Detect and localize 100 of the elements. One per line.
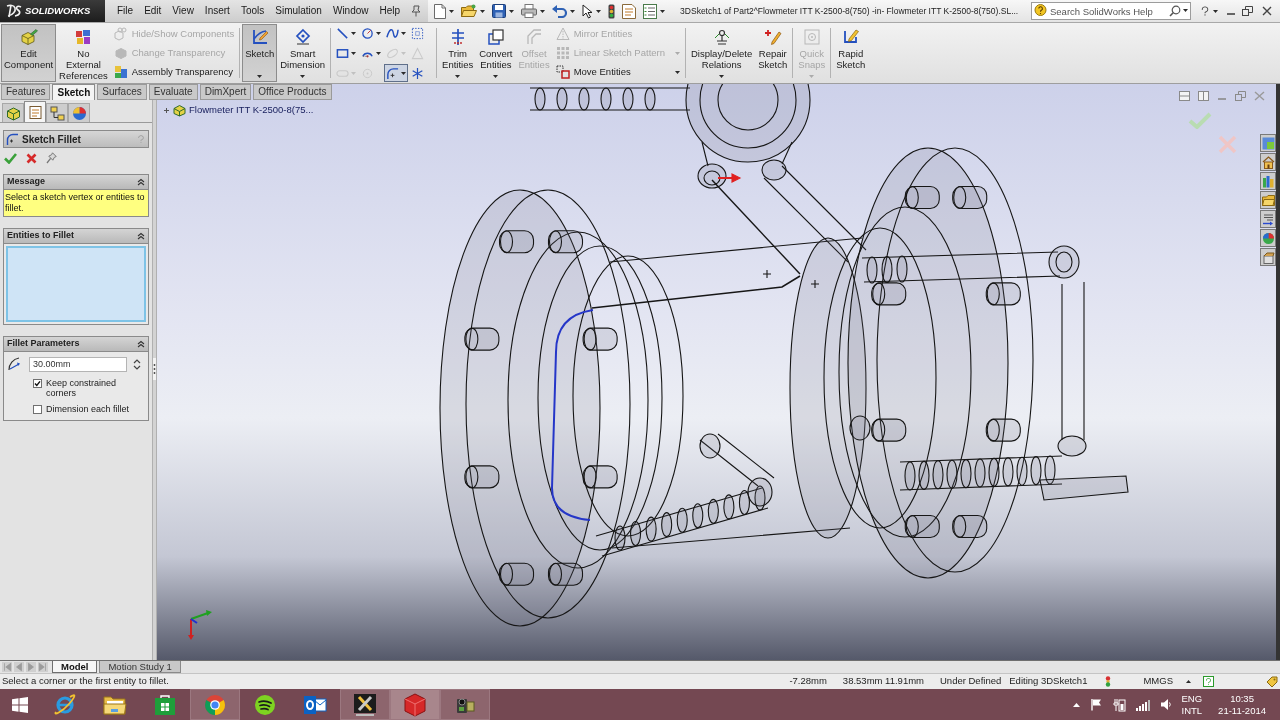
caret-icon[interactable]	[401, 71, 407, 75]
task-pane-tab[interactable]	[1260, 191, 1276, 209]
command-button[interactable]: Trim Entities	[439, 24, 477, 82]
spinner-arrows-icon[interactable]	[133, 357, 141, 371]
group-header[interactable]: Message	[4, 175, 148, 190]
task-pane-tab[interactable]	[1260, 153, 1276, 171]
pushpin-icon[interactable]	[46, 152, 57, 164]
battery-plug-icon[interactable]	[1112, 697, 1126, 712]
caret-icon[interactable]	[351, 51, 357, 55]
checkbox[interactable]	[33, 405, 42, 414]
command-button[interactable]: Convert Entities	[476, 24, 516, 82]
language-text[interactable]: ENG	[1181, 692, 1203, 705]
caret-icon[interactable]	[493, 75, 499, 78]
clock-time[interactable]: 10:35	[1230, 692, 1254, 705]
taskbar-button[interactable]	[340, 689, 390, 720]
caret-icon[interactable]	[719, 75, 725, 78]
bottom-tab[interactable]: Model	[52, 661, 98, 673]
menu-item[interactable]: Edit	[144, 5, 162, 17]
command-button[interactable]: Sketch	[242, 24, 278, 82]
caret-icon[interactable]	[596, 9, 602, 13]
sketch-tool-button[interactable]	[384, 64, 409, 82]
caret-icon[interactable]	[660, 9, 666, 13]
caret-icon[interactable]	[300, 75, 306, 78]
command-row-button[interactable]: Assembly Transparency	[111, 63, 237, 81]
panel-tab[interactable]	[24, 101, 46, 122]
menu-item[interactable]: Tools	[240, 5, 265, 17]
command-button[interactable]: No External References	[56, 24, 111, 82]
help-icon[interactable]	[1199, 5, 1211, 17]
command-button[interactable]: Smart Dimension	[277, 24, 329, 82]
menu-item[interactable]: Window	[332, 5, 369, 17]
checkmark-icon[interactable]	[4, 152, 17, 164]
panel-tab[interactable]	[2, 103, 24, 122]
command-tab[interactable]: Surfaces	[97, 84, 147, 100]
fillet-sketch-curve[interactable]	[551, 309, 594, 521]
caret-up-icon[interactable]	[1072, 702, 1080, 707]
checkbox[interactable]	[33, 379, 42, 388]
task-pane-tab[interactable]	[1260, 210, 1276, 228]
command-row-button[interactable]: Move Entities	[553, 63, 682, 81]
group-header[interactable]: Fillet Parameters	[4, 337, 148, 352]
help-icon[interactable]	[1203, 676, 1214, 687]
tree-item[interactable]: Flowmeter ITT K-2500-8(75...	[173, 103, 314, 118]
task-pane-tab[interactable]	[1260, 248, 1276, 266]
panel-tab[interactable]	[46, 103, 68, 122]
taskbar-button[interactable]	[440, 689, 490, 720]
task-pane-tab[interactable]	[1260, 229, 1276, 247]
speaker-icon[interactable]	[1159, 698, 1172, 711]
pushpin-icon[interactable]	[411, 5, 422, 17]
bottom-tab[interactable]: Motion Study 1	[99, 661, 181, 673]
caret-icon[interactable]	[449, 9, 455, 13]
search-icon[interactable]	[1169, 5, 1181, 17]
undo-icon[interactable]	[552, 4, 568, 18]
menu-item[interactable]: View	[172, 5, 194, 17]
units-button[interactable]: MMGS	[1143, 674, 1173, 689]
command-tab[interactable]: Office Products	[253, 84, 332, 100]
command-tab[interactable]: Evaluate	[148, 84, 198, 100]
caret-icon[interactable]	[570, 9, 576, 13]
clock-date[interactable]: 21-11-2014	[1218, 704, 1266, 717]
caret-icon[interactable]	[351, 31, 357, 35]
new-document-icon[interactable]	[434, 3, 447, 19]
task-pane-tab[interactable]	[1260, 172, 1276, 190]
caret-icon[interactable]	[1186, 680, 1191, 683]
command-tab[interactable]: Features	[1, 84, 51, 100]
menu-item[interactable]: File	[117, 5, 134, 17]
command-button[interactable]: Display/Delete Relations	[688, 24, 756, 82]
command-button[interactable]: Rapid Sketch	[833, 24, 869, 82]
caret-icon[interactable]	[675, 70, 680, 74]
flag-icon[interactable]	[1089, 698, 1103, 711]
collapse-chevron-icon[interactable]	[137, 340, 145, 348]
expand-plus-icon[interactable]	[163, 106, 170, 114]
command-button[interactable]: Repair Sketch	[755, 24, 791, 82]
traffic-light-icon[interactable]	[608, 3, 616, 19]
panel-tab[interactable]	[68, 103, 90, 122]
command-tab[interactable]: DimXpert	[199, 84, 252, 100]
pointer-icon[interactable]	[582, 3, 594, 19]
restore-icon[interactable]	[1242, 6, 1253, 16]
caret-icon[interactable]	[376, 31, 382, 35]
printer-icon[interactable]	[521, 4, 538, 18]
close-icon[interactable]	[1262, 6, 1272, 16]
menu-item[interactable]: Simulation	[275, 5, 322, 17]
caret-icon[interactable]	[480, 9, 486, 13]
open-folder-icon[interactable]	[461, 4, 478, 18]
options-list-icon[interactable]	[643, 3, 658, 19]
confirm-check-icon[interactable]	[1188, 112, 1212, 129]
caret-icon[interactable]	[540, 9, 546, 13]
radius-field[interactable]: 30.00mm	[29, 356, 127, 372]
collapse-chevron-icon[interactable]	[137, 232, 145, 240]
caret-icon[interactable]	[1183, 9, 1188, 12]
tile-vertical-icon[interactable]	[1198, 91, 1209, 101]
tag-icon[interactable]	[1266, 675, 1278, 688]
splitter-handle[interactable]	[153, 358, 156, 380]
caret-icon[interactable]	[401, 31, 407, 35]
menu-item[interactable]: Insert	[204, 5, 230, 17]
save-icon[interactable]	[492, 4, 507, 18]
caret-icon[interactable]	[455, 75, 461, 78]
search-field[interactable]: Search SolidWorks Help	[1031, 2, 1191, 20]
collapse-chevron-icon[interactable]	[137, 178, 145, 186]
caret-icon[interactable]	[257, 75, 263, 78]
caret-icon[interactable]	[376, 51, 382, 55]
signal-bars-icon[interactable]	[1135, 698, 1150, 711]
cad-wireframe-drawing[interactable]	[439, 84, 1129, 627]
